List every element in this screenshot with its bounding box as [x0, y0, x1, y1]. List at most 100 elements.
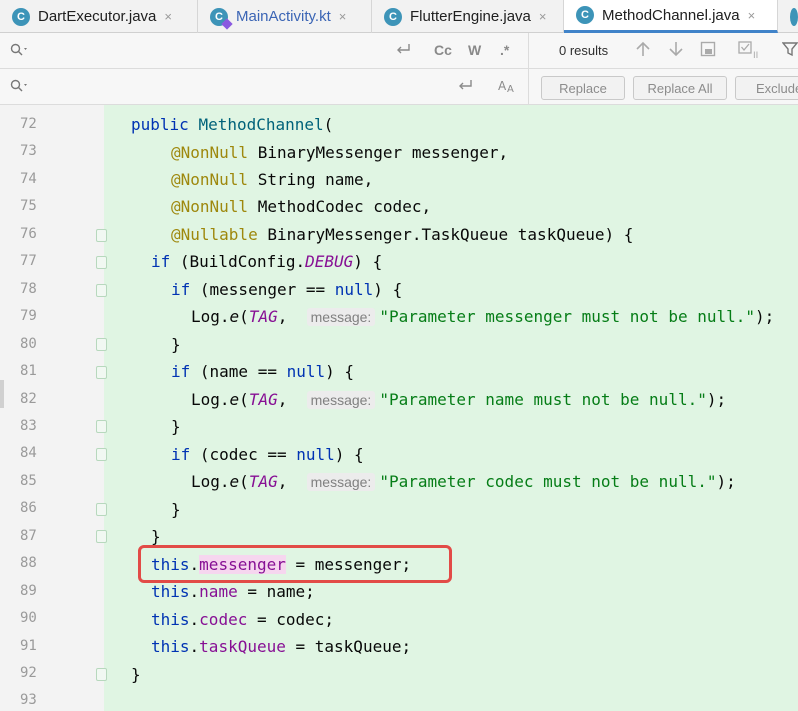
tab-label: MainActivity.kt: [236, 8, 331, 25]
code-line-86: }: [171, 499, 181, 521]
exclude-button[interactable]: Exclude: [735, 76, 798, 100]
fold-marker[interactable]: [96, 256, 107, 269]
fold-marker[interactable]: [96, 366, 107, 379]
tab-label: MethodChannel.java: [602, 6, 740, 24]
string-literal: "Parameter name must not be null.": [379, 390, 707, 409]
tab-dart-executor[interactable]: C DartExecutor.java ×: [0, 0, 198, 33]
line-number: 75: [20, 198, 37, 215]
close-icon[interactable]: ×: [748, 8, 756, 23]
parameter-hint: message:: [306, 391, 376, 409]
keyword: null: [296, 445, 335, 464]
code-text: ) {: [353, 252, 383, 271]
java-class-icon: C: [384, 7, 402, 26]
code-line-75: @NonNull MethodCodec codec,: [171, 196, 431, 218]
line-number: 92: [20, 665, 37, 681]
java-class-icon: C: [576, 6, 594, 24]
code-text: }: [151, 527, 161, 546]
filter-options-icon[interactable]: [781, 41, 798, 62]
line-number: 81: [20, 363, 37, 380]
new-line-icon[interactable]: [458, 78, 474, 95]
code-line-85: Log.e(TAG, message: "Parameter codec must…: [191, 471, 736, 493]
line-number: 74: [20, 170, 37, 187]
method-call: e: [229, 472, 240, 491]
keyword: if: [171, 280, 191, 299]
code-text: (name ==: [190, 362, 287, 381]
line-number: 87: [20, 527, 37, 544]
annotation: @NonNull: [171, 143, 249, 162]
fold-marker[interactable]: [96, 420, 107, 433]
replace-history-icon[interactable]: [10, 79, 30, 96]
code-text: );: [706, 390, 727, 409]
field: taskQueue: [199, 637, 286, 656]
words-toggle[interactable]: W: [468, 42, 481, 58]
line-number: 90: [20, 610, 37, 627]
arrow-up-icon[interactable]: [636, 41, 650, 62]
parameter-hint: message:: [306, 308, 376, 326]
annotation: @Nullable: [171, 225, 258, 244]
tab-overflow[interactable]: [778, 0, 798, 33]
fold-marker[interactable]: [96, 448, 107, 461]
fold-marker[interactable]: [96, 229, 107, 242]
code-text: String name,: [248, 170, 374, 189]
fold-marker[interactable]: [96, 338, 107, 351]
line-number: 80: [20, 335, 37, 352]
tab-flutter-engine[interactable]: C FlutterEngine.java ×: [372, 0, 564, 33]
line-number: 84: [20, 445, 37, 462]
line-number: 91: [20, 637, 37, 654]
preserve-case-icon[interactable]: AA: [498, 78, 518, 97]
java-class-icon: C: [12, 7, 30, 26]
close-icon[interactable]: ×: [164, 9, 172, 24]
annotation: @NonNull: [171, 197, 249, 216]
svg-text:A: A: [507, 84, 514, 94]
match-case-toggle[interactable]: Cc: [434, 42, 452, 58]
code-text: }: [171, 500, 181, 519]
replace-input[interactable]: AA: [0, 69, 529, 104]
code-line-83: }: [171, 416, 181, 438]
line-number: 83: [20, 417, 37, 434]
code-text: }: [171, 335, 181, 354]
constant: DEBUG: [305, 252, 354, 271]
fold-marker[interactable]: [96, 284, 107, 297]
keyword: this: [151, 637, 190, 656]
select-all-occurrences-icon[interactable]: [700, 41, 716, 62]
search-input[interactable]: Cc W .*: [0, 33, 529, 68]
close-icon[interactable]: ×: [339, 9, 347, 24]
close-icon[interactable]: ×: [539, 9, 547, 24]
svg-text:A: A: [498, 79, 507, 93]
keyword: public: [131, 115, 189, 134]
fold-marker[interactable]: [96, 503, 107, 516]
code-text: .: [189, 582, 200, 601]
highlight-box: [138, 545, 452, 583]
keyword: if: [171, 362, 191, 381]
code-text: BinaryMessenger.TaskQueue taskQueue) {: [257, 225, 634, 244]
arrow-down-icon[interactable]: [669, 41, 683, 62]
keyword: if: [151, 252, 171, 271]
code-line-72: public MethodChannel(: [131, 114, 333, 136]
search-history-icon[interactable]: [10, 43, 30, 60]
code-text: }: [171, 417, 181, 436]
line-number: 79: [20, 308, 37, 325]
replace-button[interactable]: Replace: [541, 76, 625, 100]
java-class-icon: [790, 7, 798, 26]
replace-all-button[interactable]: Replace All: [633, 76, 727, 100]
regex-toggle[interactable]: .*: [500, 42, 509, 58]
filter-icon[interactable]: II: [738, 41, 762, 64]
code-line-78: if (messenger == null) {: [171, 279, 402, 301]
code-text: (: [239, 307, 249, 326]
keyword: null: [334, 280, 374, 299]
replace-bar: AA Replace Replace All Exclude: [0, 69, 798, 105]
tab-main-activity[interactable]: C MainActivity.kt ×: [198, 0, 372, 33]
fold-marker[interactable]: [96, 668, 107, 681]
line-number: 77: [20, 253, 37, 270]
new-line-icon[interactable]: [396, 42, 412, 59]
line-number: 93: [20, 692, 37, 709]
svg-text:II: II: [753, 51, 758, 59]
field: codec: [199, 610, 248, 629]
tab-method-channel[interactable]: C MethodChannel.java ×: [564, 0, 778, 33]
field: name: [199, 582, 238, 601]
fold-marker[interactable]: [96, 530, 107, 543]
keyword: if: [171, 445, 191, 464]
code-line-91: this.taskQueue = taskQueue;: [151, 636, 411, 658]
code-text: ) {: [325, 362, 355, 381]
code-text: ,: [277, 390, 307, 409]
